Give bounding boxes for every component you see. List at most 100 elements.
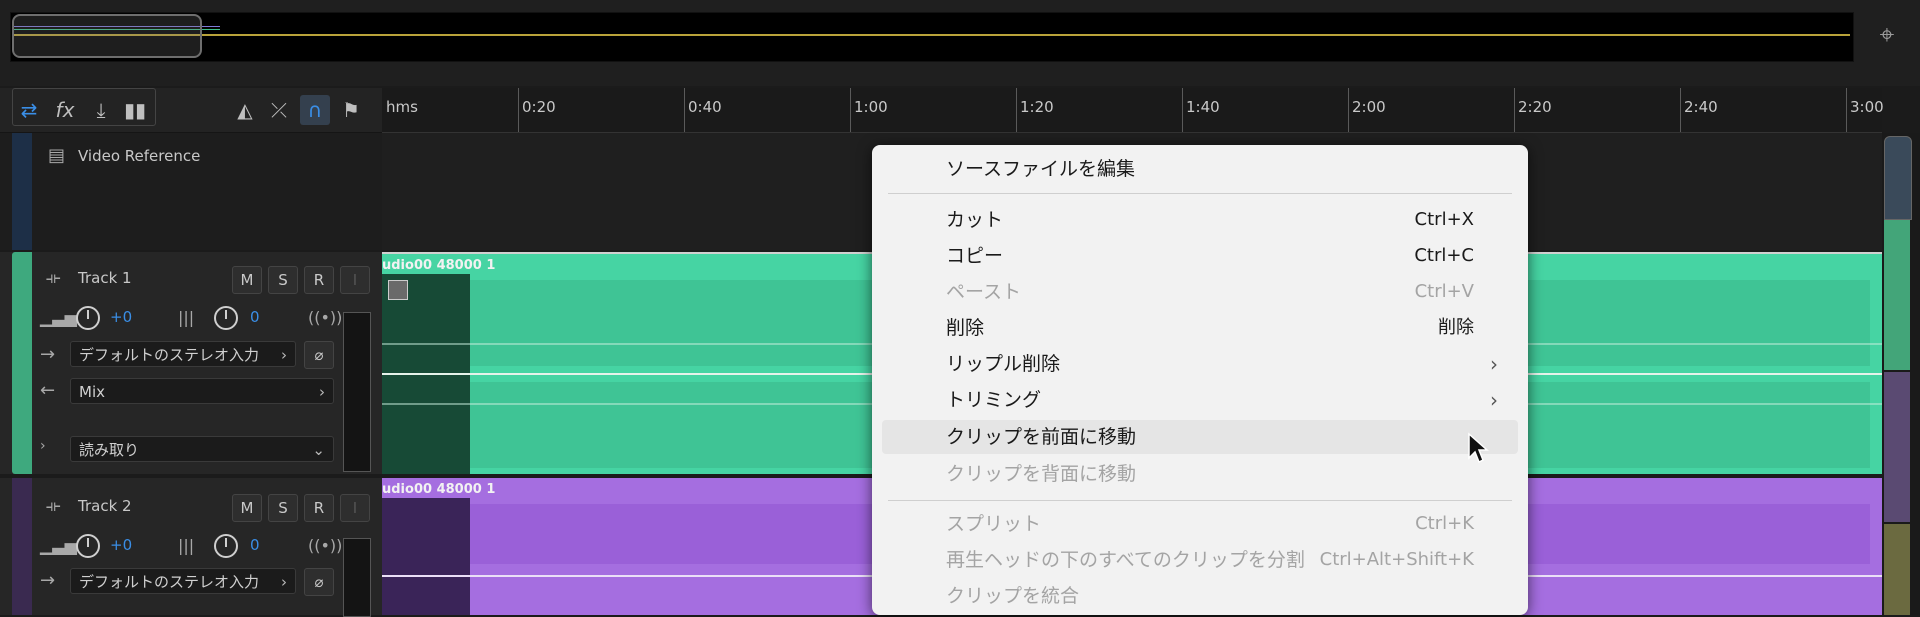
track-color-stripe — [12, 133, 32, 250]
stereo-icon[interactable]: ((•)) — [308, 536, 342, 555]
input-monitor-button[interactable]: I — [340, 266, 370, 294]
ruler-tick — [1846, 88, 1847, 132]
volume-knob[interactable] — [76, 534, 100, 558]
context-menu: ソースファイルを編集 カット Ctrl+X コピー Ctrl+C ペースト Ctrl+… — [872, 145, 1528, 615]
menu-item-edit-source[interactable]: ソースファイルを編集 — [882, 152, 1518, 186]
ruler-tick-label: 2:00 — [1352, 98, 1386, 116]
expand-chevron-icon[interactable]: › — [40, 438, 46, 454]
volume-value[interactable]: +0 — [110, 536, 132, 554]
phase-invert-button[interactable]: ⌀ — [304, 341, 334, 369]
pan-knob[interactable] — [214, 534, 238, 558]
solo-button[interactable]: S — [268, 494, 298, 522]
input-select[interactable]: デフォルトのステレオ入力 › — [70, 568, 296, 594]
mouse-cursor-icon — [1468, 432, 1489, 464]
overview-track-line — [14, 34, 1850, 36]
solo-button[interactable]: S — [268, 266, 298, 294]
menu-item-bring-to-front[interactable]: クリップを前面に移動 — [882, 420, 1518, 454]
submenu-arrow-icon: › — [1490, 388, 1498, 412]
track-name: Video Reference — [78, 147, 201, 165]
menu-item-delete[interactable]: 削除 削除 — [882, 311, 1518, 345]
mute-button[interactable]: M — [232, 266, 262, 294]
menu-item-cut[interactable]: カット Ctrl+X — [882, 203, 1518, 237]
menu-item-merge-clips[interactable]: クリップを統合 — [882, 579, 1518, 613]
ruler-tick — [1680, 88, 1681, 132]
overview-zoom-handle[interactable] — [12, 14, 202, 58]
video-reference-header[interactable]: ▤ Video Reference — [0, 133, 382, 250]
scrollbar-track-segment[interactable] — [1884, 524, 1910, 615]
mute-button[interactable]: M — [232, 494, 262, 522]
ruler-tick — [1182, 88, 1183, 132]
menu-item-send-to-back[interactable]: クリップを背面に移動 — [882, 457, 1518, 491]
marker-icon[interactable]: ⚑ — [336, 95, 366, 125]
overview-panel: ⌖ — [0, 0, 1920, 86]
film-icon: ▤ — [48, 145, 66, 166]
automation-mode-select[interactable]: 読み取り ⌄ — [70, 436, 334, 462]
menu-item-copy[interactable]: コピー Ctrl+C — [882, 239, 1518, 273]
ruler-tick — [1348, 88, 1349, 132]
ruler-tick — [850, 88, 851, 132]
level-meter — [343, 538, 371, 617]
ruler-tick-label: 0:20 — [522, 98, 556, 116]
ruler-tick-label: 1:00 — [854, 98, 888, 116]
clip-title: udio00 48000 1 — [382, 482, 496, 497]
input-arrow-icon: → — [40, 344, 56, 365]
scrollbar-track-segment[interactable] — [1884, 220, 1910, 370]
menu-separator — [888, 500, 1512, 501]
magnet-icon[interactable]: ∩ — [300, 95, 330, 125]
menu-item-paste[interactable]: ペースト Ctrl+V — [882, 275, 1518, 309]
menu-item-trim[interactable]: トリミング › — [882, 383, 1518, 417]
zoom-to-fit-icon[interactable]: ⌖ — [1872, 20, 1902, 50]
ruler-tick-label: 1:20 — [1020, 98, 1054, 116]
output-select[interactable]: Mix › — [70, 378, 334, 404]
record-arm-button[interactable]: R — [304, 266, 334, 294]
ruler-tick — [1514, 88, 1515, 132]
menu-item-split-all-at-playhead[interactable]: 再生ヘッドの下のすべてのクリップを分割 Ctrl+Alt+Shift+K — [882, 543, 1518, 577]
track-name[interactable]: Track 2 — [78, 497, 132, 515]
ruler-tick — [518, 88, 519, 132]
volume-icon: ▁▃▅ — [40, 308, 77, 327]
input-monitor-button[interactable]: I — [340, 494, 370, 522]
ruler-tick-label: 0:40 — [688, 98, 722, 116]
pan-value[interactable]: 0 — [250, 536, 260, 554]
track-color-stripe — [12, 252, 32, 474]
volume-value[interactable]: +0 — [110, 308, 132, 326]
pan-knob[interactable] — [214, 306, 238, 330]
clip-title: udio00 48000 1 — [382, 258, 496, 273]
snap-icon[interactable]: ⤫ — [264, 95, 294, 125]
scrollbar-track-segment[interactable] — [1884, 136, 1912, 220]
record-arm-button[interactable]: R — [304, 494, 334, 522]
metronome-icon[interactable]: ◭ — [230, 95, 260, 125]
input-arrow-icon: → — [40, 570, 56, 591]
ruler-tick-label: 2:20 — [1518, 98, 1552, 116]
pan-icon: ||| — [178, 308, 195, 327]
menu-separator — [888, 193, 1512, 194]
pan-icon: ||| — [178, 536, 195, 555]
track-name[interactable]: Track 1 — [78, 269, 132, 287]
submenu-arrow-icon: › — [1490, 352, 1498, 376]
ruler-tick-label: 2:40 — [1684, 98, 1718, 116]
track-color-stripe — [12, 478, 32, 615]
ruler-tick-label: 1:40 — [1186, 98, 1220, 116]
time-ruler[interactable]: hms 0:20 0:40 1:00 1:20 1:40 2:00 2:20 2… — [382, 88, 1884, 133]
waveform-icon: ⟛ — [46, 496, 61, 515]
ruler-tick — [1016, 88, 1017, 132]
scrollbar-track-segment[interactable] — [1884, 372, 1910, 522]
toolbar-button-group — [12, 88, 156, 126]
ruler-tick-label: 3:00 — [1850, 98, 1884, 116]
ruler-tick — [684, 88, 685, 132]
pan-value[interactable]: 0 — [250, 308, 260, 326]
volume-icon: ▁▃▅ — [40, 536, 77, 555]
volume-knob[interactable] — [76, 306, 100, 330]
waveform-icon: ⟛ — [46, 268, 61, 287]
track-1-header[interactable]: ⟛ Track 1 M S R I ▁▃▅ +0 ||| 0 ((•)) → デ… — [0, 252, 382, 474]
output-arrow-icon: ← — [40, 380, 56, 401]
overview-waveform[interactable] — [10, 12, 1854, 62]
input-select[interactable]: デフォルトのステレオ入力 › — [70, 341, 296, 367]
track-2-header[interactable]: ⟛ Track 2 M S R I ▁▃▅ +0 ||| 0 ((•)) → デ… — [0, 478, 382, 617]
level-meter — [343, 312, 371, 472]
menu-item-split[interactable]: スプリット Ctrl+K — [882, 507, 1518, 541]
menu-item-ripple-delete[interactable]: リップル削除 › — [882, 347, 1518, 381]
stereo-icon[interactable]: ((•)) — [308, 308, 342, 327]
phase-invert-button[interactable]: ⌀ — [304, 568, 334, 596]
ruler-unit-label: hms — [386, 98, 418, 116]
